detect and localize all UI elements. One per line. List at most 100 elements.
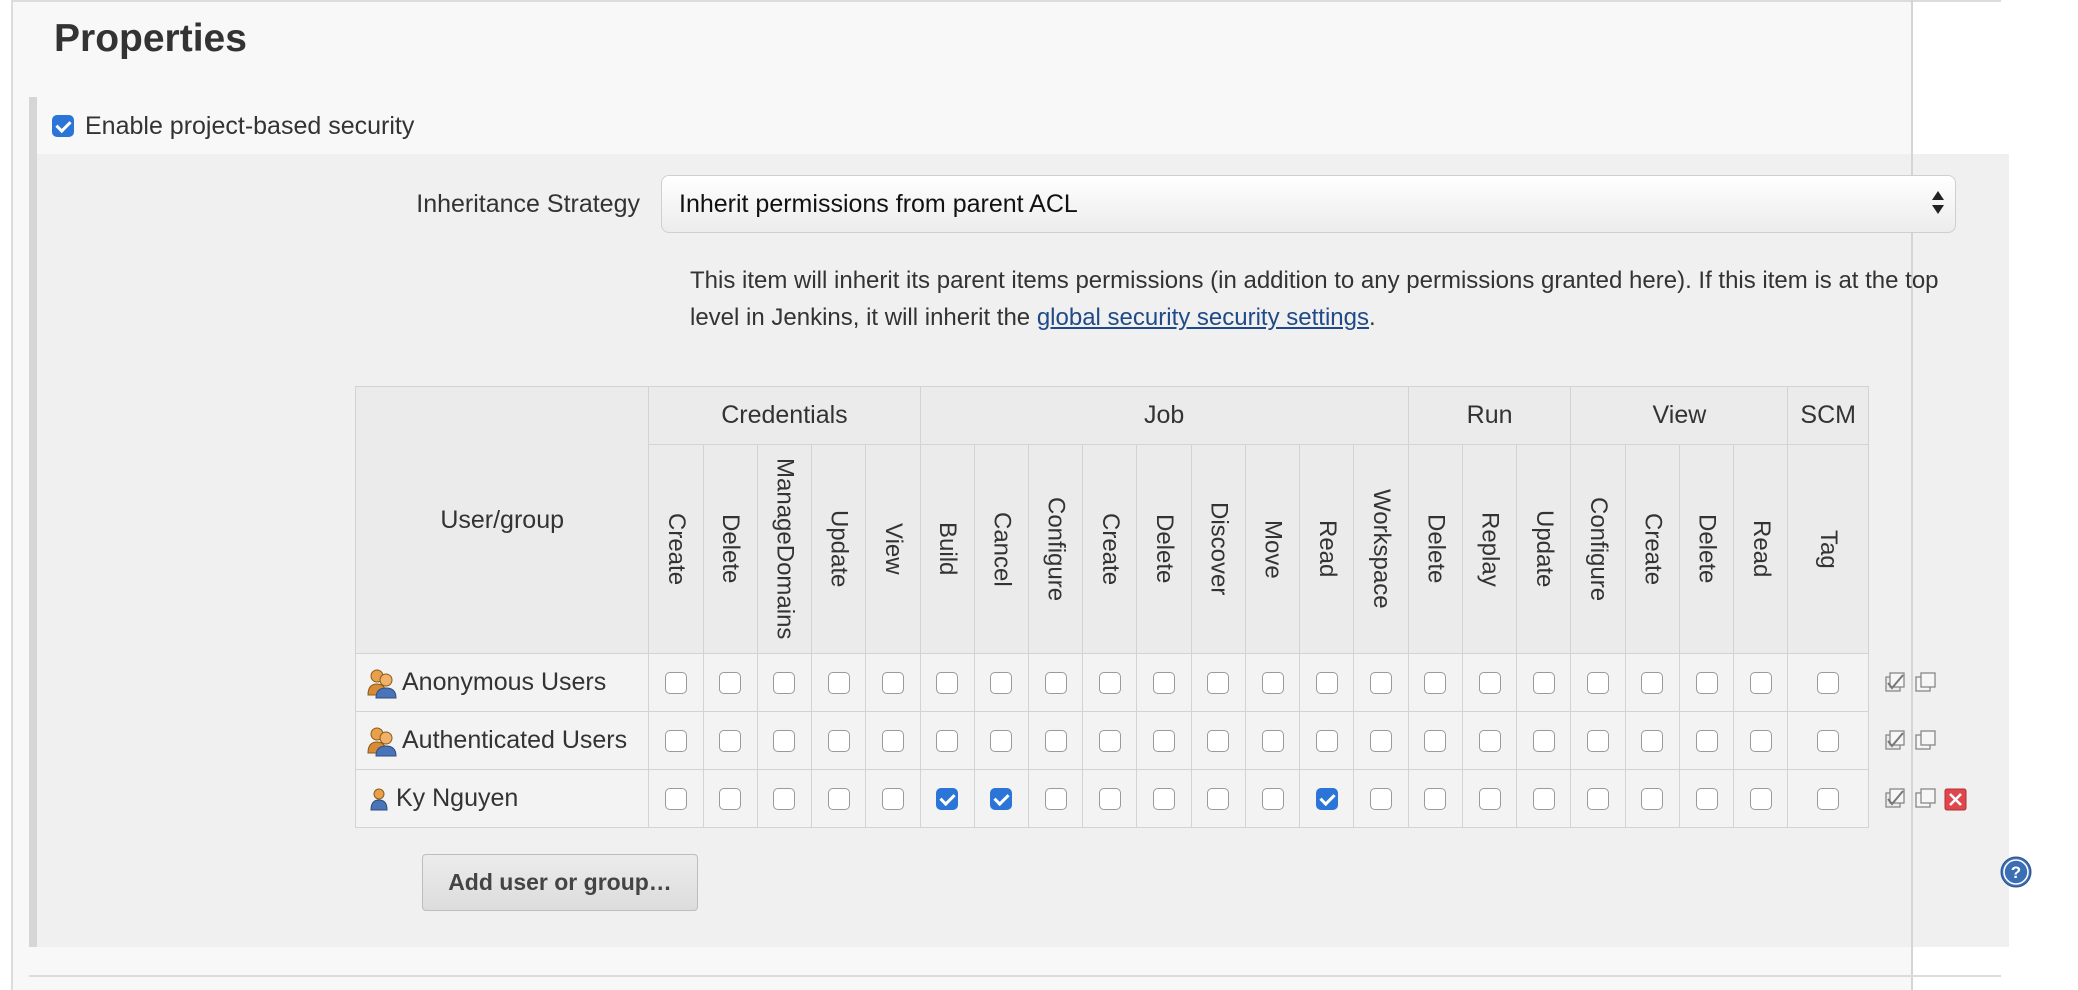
permission-checkbox-credentials-delete[interactable] bbox=[719, 730, 742, 753]
permission-checkbox-job-create[interactable] bbox=[1098, 730, 1121, 753]
permission-checkbox-view-create[interactable] bbox=[1641, 788, 1664, 811]
permission-checkbox-view-create[interactable] bbox=[1641, 672, 1664, 695]
enable-security-label: Enable project-based security bbox=[85, 111, 415, 140]
permission-checkbox-job-discover[interactable] bbox=[1207, 672, 1230, 695]
permission-header-job-cancel: Cancel bbox=[973, 444, 1030, 654]
permission-label: ManageDomains bbox=[771, 458, 799, 640]
permission-checkbox-job-build[interactable] bbox=[936, 672, 959, 695]
permission-checkbox-scm-tag[interactable] bbox=[1817, 788, 1840, 811]
permission-checkbox-credentials-update[interactable] bbox=[827, 788, 850, 811]
permission-cell bbox=[1624, 711, 1680, 770]
permission-checkbox-run-update[interactable] bbox=[1532, 730, 1555, 753]
enable-security-row[interactable]: Enable project-based security bbox=[52, 110, 414, 142]
permission-cell bbox=[1353, 711, 1409, 770]
permission-checkbox-job-read[interactable] bbox=[1315, 672, 1338, 695]
select-all-icon[interactable] bbox=[1884, 729, 1908, 753]
permission-checkbox-job-discover[interactable] bbox=[1207, 730, 1230, 753]
permission-checkbox-job-discover[interactable] bbox=[1207, 788, 1230, 811]
permission-checkbox-run-replay[interactable] bbox=[1478, 672, 1501, 695]
permission-checkbox-credentials-create[interactable] bbox=[664, 730, 687, 753]
remove-icon[interactable] bbox=[1944, 787, 1968, 811]
permission-checkbox-job-build[interactable] bbox=[936, 788, 959, 811]
permission-checkbox-view-delete[interactable] bbox=[1695, 672, 1718, 695]
permission-checkbox-credentials-managedomains[interactable] bbox=[773, 672, 796, 695]
permission-checkbox-job-workspace[interactable] bbox=[1370, 672, 1393, 695]
permission-checkbox-credentials-create[interactable] bbox=[664, 672, 687, 695]
permission-checkbox-view-configure[interactable] bbox=[1587, 730, 1610, 753]
permission-label: Delete bbox=[1422, 514, 1450, 584]
help-icon[interactable]: ? bbox=[2000, 856, 2032, 888]
permission-checkbox-job-delete[interactable] bbox=[1153, 788, 1176, 811]
permission-checkbox-run-replay[interactable] bbox=[1478, 730, 1501, 753]
permission-checkbox-credentials-view[interactable] bbox=[881, 788, 904, 811]
usergroup-name: Authenticated Users bbox=[402, 726, 628, 754]
unselect-all-icon[interactable] bbox=[1914, 729, 1938, 753]
permission-checkbox-view-delete[interactable] bbox=[1695, 788, 1718, 811]
permission-checkbox-view-read[interactable] bbox=[1749, 788, 1772, 811]
permission-checkbox-job-create[interactable] bbox=[1098, 788, 1121, 811]
permission-checkbox-job-move[interactable] bbox=[1261, 788, 1284, 811]
select-all-icon[interactable] bbox=[1884, 671, 1908, 695]
usergroup-name: Ky Nguyen bbox=[396, 784, 519, 813]
permission-checkbox-job-cancel[interactable] bbox=[990, 730, 1013, 753]
permission-checkbox-view-configure[interactable] bbox=[1587, 672, 1610, 695]
permission-checkbox-job-configure[interactable] bbox=[1044, 788, 1067, 811]
permission-checkbox-view-delete[interactable] bbox=[1695, 730, 1718, 753]
inheritance-strategy-select[interactable]: Inherit permissions from parent ACL bbox=[661, 175, 1956, 233]
permission-checkbox-credentials-view[interactable] bbox=[881, 730, 904, 753]
permission-cell bbox=[756, 653, 813, 712]
enable-security-checkbox[interactable] bbox=[52, 115, 74, 137]
permission-label: Configure bbox=[1585, 496, 1613, 602]
permission-cell bbox=[1787, 653, 1869, 712]
usergroup-name: Anonymous Users bbox=[402, 668, 607, 696]
permission-checkbox-job-read[interactable] bbox=[1315, 788, 1338, 811]
permission-checkbox-credentials-update[interactable] bbox=[827, 730, 850, 753]
permission-checkbox-credentials-managedomains[interactable] bbox=[773, 788, 796, 811]
permission-checkbox-credentials-create[interactable] bbox=[664, 788, 687, 811]
unselect-all-icon[interactable] bbox=[1914, 671, 1938, 695]
select-all-icon[interactable] bbox=[1884, 787, 1908, 811]
permission-checkbox-scm-tag[interactable] bbox=[1817, 730, 1840, 753]
permission-checkbox-view-configure[interactable] bbox=[1587, 788, 1610, 811]
permission-checkbox-credentials-update[interactable] bbox=[827, 672, 850, 695]
permission-checkbox-run-delete[interactable] bbox=[1424, 672, 1447, 695]
permission-cell bbox=[1082, 711, 1138, 770]
permission-checkbox-view-read[interactable] bbox=[1749, 672, 1772, 695]
permission-checkbox-job-read[interactable] bbox=[1315, 730, 1338, 753]
inheritance-help-text: This item will inherit its parent items … bbox=[690, 262, 1965, 336]
permission-checkbox-run-update[interactable] bbox=[1532, 788, 1555, 811]
permission-checkbox-job-delete[interactable] bbox=[1153, 730, 1176, 753]
global-security-link[interactable]: global security security settings bbox=[1037, 304, 1369, 331]
permission-checkbox-job-build[interactable] bbox=[936, 730, 959, 753]
permission-checkbox-credentials-delete[interactable] bbox=[719, 672, 742, 695]
group-icon bbox=[367, 727, 397, 756]
permission-checkbox-run-update[interactable] bbox=[1532, 672, 1555, 695]
permission-checkbox-run-delete[interactable] bbox=[1424, 788, 1447, 811]
permission-checkbox-view-read[interactable] bbox=[1749, 730, 1772, 753]
permission-checkbox-job-create[interactable] bbox=[1098, 672, 1121, 695]
permission-checkbox-credentials-view[interactable] bbox=[881, 672, 904, 695]
add-user-or-group-button[interactable]: Add user or group… bbox=[422, 854, 698, 911]
permission-label: Read bbox=[1313, 520, 1341, 578]
permission-checkbox-scm-tag[interactable] bbox=[1817, 672, 1840, 695]
permission-checkbox-job-move[interactable] bbox=[1261, 730, 1284, 753]
permission-checkbox-job-cancel[interactable] bbox=[990, 788, 1013, 811]
permission-checkbox-job-configure[interactable] bbox=[1044, 672, 1067, 695]
permission-checkbox-job-move[interactable] bbox=[1261, 672, 1284, 695]
help-text-after: . bbox=[1368, 304, 1376, 331]
permission-cell bbox=[973, 711, 1030, 770]
permission-cell bbox=[1516, 653, 1572, 712]
permission-checkbox-job-delete[interactable] bbox=[1153, 672, 1176, 695]
permission-checkbox-run-delete[interactable] bbox=[1424, 730, 1447, 753]
permission-header-view-create: Create bbox=[1624, 444, 1680, 654]
permission-cell bbox=[756, 769, 813, 828]
permission-checkbox-run-replay[interactable] bbox=[1478, 788, 1501, 811]
permission-checkbox-job-workspace[interactable] bbox=[1370, 730, 1393, 753]
unselect-all-icon[interactable] bbox=[1914, 787, 1938, 811]
permission-checkbox-job-configure[interactable] bbox=[1044, 730, 1067, 753]
permission-checkbox-view-create[interactable] bbox=[1641, 730, 1664, 753]
permission-checkbox-job-workspace[interactable] bbox=[1370, 788, 1393, 811]
permission-checkbox-credentials-managedomains[interactable] bbox=[773, 730, 796, 753]
permission-checkbox-credentials-delete[interactable] bbox=[719, 788, 742, 811]
permission-checkbox-job-cancel[interactable] bbox=[990, 672, 1013, 695]
